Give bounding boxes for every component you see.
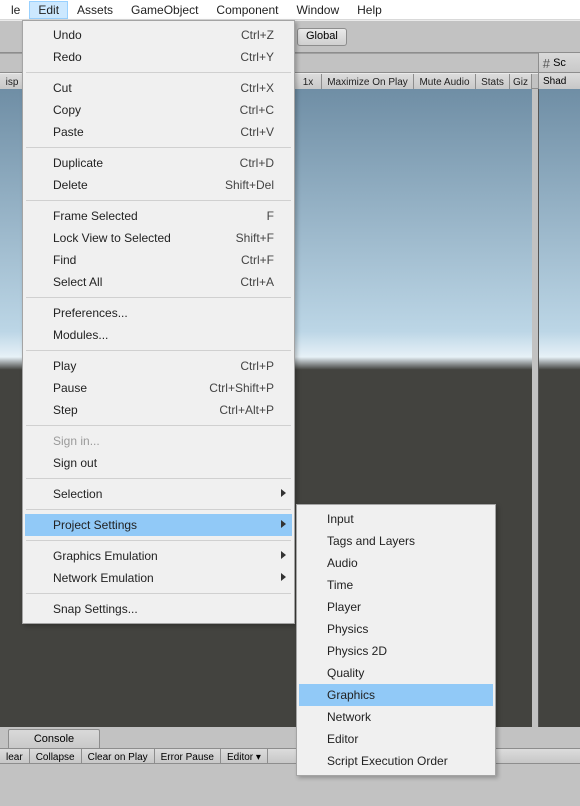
menu-separator [26, 147, 291, 148]
menu-selection[interactable]: Selection [25, 483, 292, 505]
submenu-audio[interactable]: Audio [299, 552, 493, 574]
console-collapse[interactable]: Collapse [30, 749, 82, 765]
menu-separator [26, 350, 291, 351]
menu-find[interactable]: FindCtrl+F [25, 249, 292, 271]
menu-select-all[interactable]: Select AllCtrl+A [25, 271, 292, 293]
menu-separator [26, 478, 291, 479]
submenu-physics2d[interactable]: Physics 2D [299, 640, 493, 662]
scale-value: 1x [295, 74, 322, 90]
submenu-input[interactable]: Input [299, 508, 493, 530]
menu-separator [26, 593, 291, 594]
menu-gameobject[interactable]: GameObject [122, 1, 207, 19]
menu-edit[interactable]: Edit [29, 1, 68, 19]
menu-separator [26, 72, 291, 73]
menu-sign-out[interactable]: Sign out [25, 452, 292, 474]
stats-toggle[interactable]: Stats [476, 74, 510, 90]
menu-graphics-emulation[interactable]: Graphics Emulation [25, 545, 292, 567]
menu-assets[interactable]: Assets [68, 1, 122, 19]
menu-paste[interactable]: PasteCtrl+V [25, 121, 292, 143]
gizmos-dropdown[interactable]: Giz [510, 74, 532, 90]
menu-undo[interactable]: UndoCtrl+Z [25, 24, 292, 46]
menubar: le Edit Assets GameObject Component Wind… [0, 0, 580, 20]
project-settings-submenu: Input Tags and Layers Audio Time Player … [296, 504, 496, 776]
submenu-network[interactable]: Network [299, 706, 493, 728]
console-clear[interactable]: lear [0, 749, 30, 765]
menu-file-partial[interactable]: le [2, 1, 29, 19]
menu-help[interactable]: Help [348, 1, 391, 19]
global-button[interactable]: Global [297, 28, 347, 46]
menu-separator [26, 297, 291, 298]
menu-window[interactable]: Window [287, 1, 348, 19]
menu-separator [26, 540, 291, 541]
chevron-right-icon [281, 551, 286, 559]
submenu-player[interactable]: Player [299, 596, 493, 618]
chevron-right-icon [281, 520, 286, 528]
submenu-tags-layers[interactable]: Tags and Layers [299, 530, 493, 552]
menu-snap-settings[interactable]: Snap Settings... [25, 598, 292, 620]
console-error-pause[interactable]: Error Pause [155, 749, 221, 765]
menu-play[interactable]: PlayCtrl+P [25, 355, 292, 377]
maximize-on-play-toggle[interactable]: Maximize On Play [322, 74, 414, 90]
menu-frame-selected[interactable]: Frame SelectedF [25, 205, 292, 227]
submenu-quality[interactable]: Quality [299, 662, 493, 684]
menu-separator [26, 425, 291, 426]
chevron-right-icon [281, 489, 286, 497]
console-clear-on-play[interactable]: Clear on Play [82, 749, 155, 765]
console-editor-dropdown[interactable]: Editor ▾ [221, 749, 268, 765]
menu-cut[interactable]: CutCtrl+X [25, 77, 292, 99]
menu-redo[interactable]: RedoCtrl+Y [25, 46, 292, 68]
menu-preferences[interactable]: Preferences... [25, 302, 292, 324]
shading-dropdown[interactable]: Shad [538, 73, 580, 89]
menu-sign-in: Sign in... [25, 430, 292, 452]
submenu-time[interactable]: Time [299, 574, 493, 596]
menu-copy[interactable]: CopyCtrl+C [25, 99, 292, 121]
submenu-editor[interactable]: Editor [299, 728, 493, 750]
menu-project-settings[interactable]: Project Settings [25, 514, 292, 536]
menu-network-emulation[interactable]: Network Emulation [25, 567, 292, 589]
menu-duplicate[interactable]: DuplicateCtrl+D [25, 152, 292, 174]
submenu-script-exec-order[interactable]: Script Execution Order [299, 750, 493, 772]
submenu-graphics[interactable]: Graphics [299, 684, 493, 706]
menu-separator [26, 509, 291, 510]
menu-step[interactable]: StepCtrl+Alt+P [25, 399, 292, 421]
console-tab[interactable]: Console [8, 729, 100, 748]
scene-viewport[interactable] [538, 89, 580, 727]
edit-menu-dropdown: UndoCtrl+Z RedoCtrl+Y CutCtrl+X CopyCtrl… [22, 20, 295, 624]
chevron-right-icon [281, 573, 286, 581]
menu-modules[interactable]: Modules... [25, 324, 292, 346]
mute-audio-toggle[interactable]: Mute Audio [414, 74, 476, 90]
menu-component[interactable]: Component [207, 1, 287, 19]
menu-lock-view[interactable]: Lock View to SelectedShift+F [25, 227, 292, 249]
menu-separator [26, 200, 291, 201]
hash-icon: # [543, 56, 550, 71]
menu-delete[interactable]: DeleteShift+Del [25, 174, 292, 196]
menu-pause[interactable]: PauseCtrl+Shift+P [25, 377, 292, 399]
submenu-physics[interactable]: Physics [299, 618, 493, 640]
